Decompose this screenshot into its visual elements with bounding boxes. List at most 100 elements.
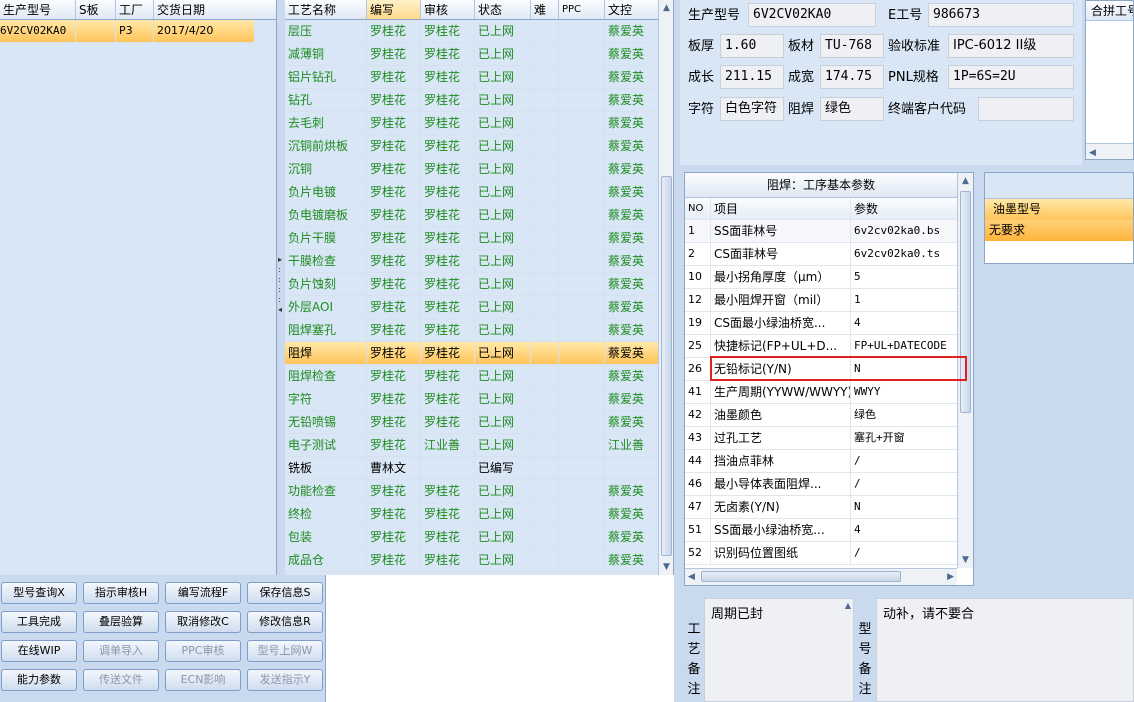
width-field[interactable]: 174.75 — [820, 65, 884, 89]
model-notes-field[interactable]: 动补，请不要合 — [876, 598, 1134, 702]
action-button[interactable]: ECN影响 — [165, 669, 241, 691]
param-row[interactable]: 41 生产周期(YYWW/WWYY) WWYY — [685, 381, 957, 404]
char-field[interactable]: 白色字符 — [720, 97, 784, 121]
scroll-down-icon[interactable]: ▼ — [958, 552, 973, 568]
col-item[interactable]: 项目 — [711, 198, 851, 219]
splitter[interactable]: ▸:::: ◂ — [277, 0, 285, 575]
action-button[interactable]: 型号上网W — [247, 640, 323, 662]
table-row[interactable]: 负片蚀刻 罗桂花 罗桂花 已上网 蔡爱英 — [285, 273, 658, 296]
table-row[interactable]: 铣板 曹林文 已编写 — [285, 457, 658, 480]
col-ppc[interactable]: PPC — [559, 0, 605, 19]
action-button[interactable]: 调单导入 — [83, 640, 159, 662]
param-row[interactable]: 10 最小拐角厚度（μm） 5 — [685, 266, 957, 289]
col-s-board[interactable]: S板 — [76, 0, 116, 19]
table-cell: 已上网 — [475, 503, 531, 525]
action-button[interactable]: 指示审核H — [83, 582, 159, 604]
param-row[interactable]: 43 过孔工艺 塞孔+开窗 — [685, 427, 957, 450]
table-row[interactable]: 终检 罗桂花 罗桂花 已上网 蔡爱英 — [285, 503, 658, 526]
action-button[interactable]: 型号查询X — [1, 582, 77, 604]
table-row[interactable]: 沉铜 罗桂花 罗桂花 已上网 蔡爱英 — [285, 158, 658, 181]
param-row[interactable]: 52 识别码位置图纸 / — [685, 542, 957, 565]
table-row[interactable]: 电子测试 罗桂花 江业善 已上网 江业善 — [285, 434, 658, 457]
combine-hscroll[interactable]: ◀ — [1086, 143, 1133, 159]
table-row[interactable]: 干膜检查 罗桂花 罗桂花 已上网 蔡爱英 — [285, 250, 658, 273]
table-row[interactable]: 减薄铜 罗桂花 罗桂花 已上网 蔡爱英 — [285, 43, 658, 66]
col-author[interactable]: 编写 — [367, 0, 421, 19]
action-button[interactable]: 叠层验算 — [83, 611, 159, 633]
scroll-down-icon[interactable]: ▼ — [659, 559, 673, 575]
col-model[interactable]: 生产型号 — [0, 0, 76, 19]
action-button[interactable]: 能力参数 — [1, 669, 77, 691]
scroll-left-icon[interactable]: ◀ — [1086, 148, 1096, 158]
col-delivery-date[interactable]: 交货日期 — [154, 0, 254, 19]
process-scrollbar[interactable]: ▲ ▼ — [658, 0, 673, 575]
table-row[interactable]: 阻焊塞孔 罗桂花 罗桂花 已上网 蔡爱英 — [285, 319, 658, 342]
action-button[interactable]: 修改信息R — [247, 611, 323, 633]
table-row[interactable]: 外层AOI 罗桂花 罗桂花 已上网 蔡爱英 — [285, 296, 658, 319]
param-row[interactable]: 2 CS面菲林号 6v2cv02ka0.ts — [685, 243, 957, 266]
table-row[interactable]: 包装 罗桂花 罗桂花 已上网 蔡爱英 — [285, 526, 658, 549]
param-row[interactable]: 47 无卤素(Y/N) N — [685, 496, 957, 519]
pnl-field[interactable]: 1P=6S=2U — [948, 65, 1074, 89]
action-button[interactable]: 发送指示Y — [247, 669, 323, 691]
param-cell: 47 — [685, 496, 711, 518]
scroll-thumb[interactable] — [661, 176, 672, 556]
table-row[interactable]: 沉铜前烘板 罗桂花 罗桂花 已上网 蔡爱英 — [285, 135, 658, 158]
scroll-right-icon[interactable]: ▶ — [947, 569, 954, 585]
param-row[interactable]: 42 油墨颜色 绿色 — [685, 404, 957, 427]
table-row[interactable]: 去毛刺 罗桂花 罗桂花 已上网 蔡爱英 — [285, 112, 658, 135]
hscroll-thumb[interactable] — [701, 571, 901, 582]
action-button[interactable]: 传送文件 — [83, 669, 159, 691]
col-factory[interactable]: 工厂 — [116, 0, 154, 19]
param-row[interactable]: 12 最小阻焊开窗（mil） 1 — [685, 289, 957, 312]
col-difficulty[interactable]: 难 — [531, 0, 559, 19]
ink-header[interactable]: 油墨型号 — [985, 199, 1133, 220]
action-button[interactable]: PPC审核 — [165, 640, 241, 662]
params-hscroll[interactable]: ◀ ▶ — [685, 568, 957, 585]
action-button[interactable]: 保存信息S — [247, 582, 323, 604]
col-no[interactable]: NO — [685, 198, 711, 219]
col-doc-control[interactable]: 文控 — [605, 0, 658, 19]
col-process-name[interactable]: 工艺名称 — [285, 0, 367, 19]
mask-field[interactable]: 绿色 — [820, 97, 884, 121]
table-row[interactable]: 阻焊检查 罗桂花 罗桂花 已上网 蔡爱英 — [285, 365, 658, 388]
model-field[interactable]: 6V2CV02KA0 — [748, 3, 876, 27]
param-row[interactable]: 46 最小导体表面阻焊... / — [685, 473, 957, 496]
col-status[interactable]: 状态 — [475, 0, 531, 19]
eno-field[interactable]: 986673 — [928, 3, 1074, 27]
scroll-up-icon[interactable]: ▲ — [659, 0, 673, 16]
table-row[interactable]: 字符 罗桂花 罗桂花 已上网 蔡爱英 — [285, 388, 658, 411]
param-row[interactable]: 19 CS面最小绿油桥宽... 4 — [685, 312, 957, 335]
table-row[interactable]: 负片电镀 罗桂花 罗桂花 已上网 蔡爱英 — [285, 181, 658, 204]
customer-field[interactable] — [978, 97, 1074, 121]
action-button[interactable]: 在线WIP — [1, 640, 77, 662]
scroll-left-icon[interactable]: ◀ — [688, 569, 695, 585]
table-row[interactable]: 钻孔 罗桂花 罗桂花 已上网 蔡爱英 — [285, 89, 658, 112]
length-field[interactable]: 211.15 — [720, 65, 784, 89]
standard-field[interactable]: IPC-6012 II级 — [948, 34, 1074, 58]
col-param[interactable]: 参数 — [851, 198, 957, 219]
order-row[interactable]: 6V2CV02KA0 P3 2017/4/20 — [0, 20, 254, 43]
ink-value[interactable]: 无要求 — [985, 220, 1133, 241]
param-row[interactable]: 25 快捷标记(FP+UL+D... FP+UL+DATECODE — [685, 335, 957, 358]
scroll-up-icon[interactable]: ▲ — [845, 601, 851, 610]
param-row[interactable]: 1 SS面菲林号 6v2cv02ka0.bs — [685, 220, 957, 243]
material-field[interactable]: TU-768 — [820, 34, 884, 58]
table-row[interactable]: 成品仓 罗桂花 罗桂花 已上网 蔡爱英 — [285, 549, 658, 572]
thickness-field[interactable]: 1.60 — [720, 34, 784, 58]
param-row[interactable]: 51 SS面最小绿油桥宽... 4 — [685, 519, 957, 542]
table-row[interactable]: 层压 罗桂花 罗桂花 已上网 蔡爱英 — [285, 20, 658, 43]
col-reviewer[interactable]: 审核 — [421, 0, 475, 19]
table-row[interactable]: 无铅喷锡 罗桂花 罗桂花 已上网 蔡爱英 — [285, 411, 658, 434]
table-row[interactable]: 阻焊 罗桂花 罗桂花 已上网 蔡爱英 — [285, 342, 658, 365]
action-button[interactable]: 取消修改C — [165, 611, 241, 633]
table-row[interactable]: 铝片钻孔 罗桂花 罗桂花 已上网 蔡爱英 — [285, 66, 658, 89]
table-row[interactable]: 负片干膜 罗桂花 罗桂花 已上网 蔡爱英 — [285, 227, 658, 250]
param-row[interactable]: 44 挡油点菲林 / — [685, 450, 957, 473]
scroll-up-icon[interactable]: ▲ — [958, 173, 973, 189]
process-notes-field[interactable]: 周期已封 ▲ — [704, 598, 854, 702]
action-button[interactable]: 编写流程F — [165, 582, 241, 604]
table-row[interactable]: 负电镀磨板 罗桂花 罗桂花 已上网 蔡爱英 — [285, 204, 658, 227]
table-row[interactable]: 功能检查 罗桂花 罗桂花 已上网 蔡爱英 — [285, 480, 658, 503]
action-button[interactable]: 工具完成 — [1, 611, 77, 633]
